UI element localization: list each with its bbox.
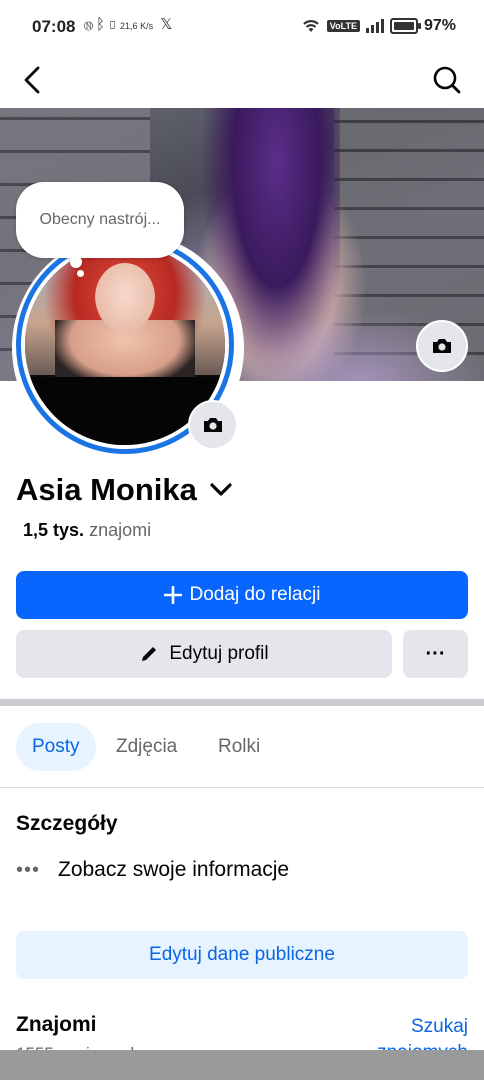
back-arrow-icon xyxy=(24,66,40,94)
signal-icon xyxy=(365,19,384,33)
camera-icon xyxy=(204,418,222,432)
bluetooth-icon: ᛒ xyxy=(96,16,109,33)
search-icon xyxy=(433,66,461,94)
more-options-button[interactable]: ··· xyxy=(403,630,468,678)
edit-public-details-button[interactable]: Edytuj dane publiczne xyxy=(16,931,468,979)
mood-bubble-tail xyxy=(70,256,82,268)
chevron-down-icon xyxy=(210,483,232,496)
friends-section-title: Znajomi xyxy=(16,1013,97,1036)
camera-icon xyxy=(433,339,451,353)
tabs-divider xyxy=(0,787,484,788)
profile-name[interactable]: Asia Monika xyxy=(16,472,233,508)
edit-profile-label: Edytuj profil xyxy=(169,643,269,664)
see-info-row[interactable]: ••• Zobacz swoje informacje xyxy=(16,858,289,882)
tab-posts[interactable]: Posty xyxy=(16,723,96,771)
search-friends-line1: Szukaj xyxy=(410,1016,468,1037)
profile-name-text: Asia Monika xyxy=(16,472,197,507)
cover-camera-button[interactable] xyxy=(416,320,468,372)
friends-count: 1,5 tys. xyxy=(23,520,85,540)
more-dots-icon: ••• xyxy=(16,858,41,881)
battery-icon xyxy=(389,18,421,34)
status-bar: 07:08 Ⓝᛒ▯21,6 K/s 𝕏 VoLTE 97% xyxy=(0,0,484,56)
status-right: VoLTE 97% xyxy=(301,17,456,35)
section-divider xyxy=(0,699,484,706)
mood-bubble-tail-small xyxy=(77,270,84,277)
volte-badge: VoLTE xyxy=(326,20,360,32)
plus-icon xyxy=(163,586,182,604)
see-info-label: Zobacz swoje informacje xyxy=(58,858,290,881)
friends-label: znajomi xyxy=(89,520,152,540)
back-button[interactable] xyxy=(18,62,50,98)
tab-reels[interactable]: Rolki xyxy=(218,723,260,771)
details-title: Szczegóły xyxy=(16,812,118,835)
vibrate-icon: ▯ xyxy=(108,16,121,33)
friends-summary[interactable]: 1,5 tys. znajomi xyxy=(23,520,151,541)
bottom-overlay-bar xyxy=(0,1050,484,1080)
add-story-label: Dodaj do relacji xyxy=(189,584,321,605)
mood-bubble[interactable]: Obecny nastrój... xyxy=(16,182,184,258)
wifi-icon xyxy=(303,20,319,32)
nfc-icon: Ⓝ xyxy=(84,16,97,33)
net-speed: 21,6 K/s xyxy=(120,21,154,31)
battery-percent: 97% xyxy=(423,17,456,34)
tab-photos[interactable]: Zdjęcia xyxy=(116,723,177,771)
edit-profile-button[interactable]: Edytuj profil xyxy=(16,630,392,678)
add-story-button[interactable]: Dodaj do relacji xyxy=(16,571,468,619)
search-button[interactable] xyxy=(430,62,464,98)
pencil-icon xyxy=(142,647,157,661)
x-app-icon: 𝕏 xyxy=(160,16,176,33)
avatar-camera-button[interactable] xyxy=(188,400,238,450)
status-left-icons: Ⓝᛒ▯21,6 K/s 𝕏 xyxy=(84,15,175,33)
status-time: 07:08 xyxy=(32,17,76,36)
